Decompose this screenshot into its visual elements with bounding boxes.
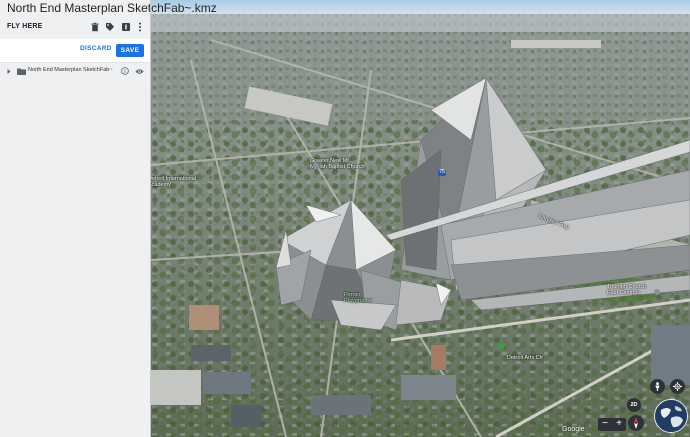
info-icon[interactable] [121,67,129,75]
visibility-icon[interactable] [135,68,144,75]
caret-right-icon[interactable] [6,68,12,75]
compass-icon [634,417,638,429]
label-icon[interactable] [105,22,115,32]
edit-actions: DISCARD SAVE [0,39,151,63]
poi-pin[interactable] [498,343,504,349]
pegman-button[interactable] [650,379,665,394]
highway-shield: 75 [438,169,447,176]
place-label-arts[interactable]: Detroit Arts Ctr [507,355,543,362]
project-toolbar: FLY HERE [0,17,151,39]
zoom-control: − + [598,418,626,431]
place-label-academy[interactable]: Detroit InternationalAcademy [151,176,196,189]
save-button[interactable]: SAVE [116,44,144,57]
zoom-in-button[interactable]: + [612,418,626,431]
zoom-out-button[interactable]: − [598,418,612,431]
google-attribution: Google [562,426,585,433]
slide-icon[interactable] [121,22,131,32]
folder-icon [17,68,26,75]
place-label-playground[interactable]: Perrien Playground [344,292,372,305]
more-vert-icon[interactable] [136,22,144,32]
trash-icon[interactable] [90,22,100,32]
poi-pin[interactable] [654,289,660,295]
side-panel: North End Masterplan SketchFab~.kmz FLY … [0,0,217,437]
aerial-imagery [151,0,690,437]
globe-overview[interactable] [654,399,688,433]
place-label-triumph-church[interactable]: Triumph Church East Campus [607,284,646,297]
discard-button[interactable]: DISCARD [80,45,112,52]
person-icon [655,382,660,391]
list-item[interactable]: North End Masterplan SketchFab~ [0,65,151,78]
panel-divider [150,0,151,437]
project-title: North End Masterplan SketchFab~.kmz [7,1,217,15]
poi-pin[interactable] [313,163,319,169]
compass-button[interactable] [628,415,644,431]
project-feature-list: North End Masterplan SketchFab~ [0,63,151,437]
my-location-button[interactable] [670,379,685,394]
view-mode-toggle[interactable]: 2D [627,398,641,412]
my-location-icon [673,382,682,391]
list-item-label: North End Masterplan SketchFab~ [28,67,113,73]
map-viewport[interactable]: Greater New Mt Moriah Baptist Church Detr… [151,0,690,437]
fly-here-button[interactable]: FLY HERE [7,23,42,30]
